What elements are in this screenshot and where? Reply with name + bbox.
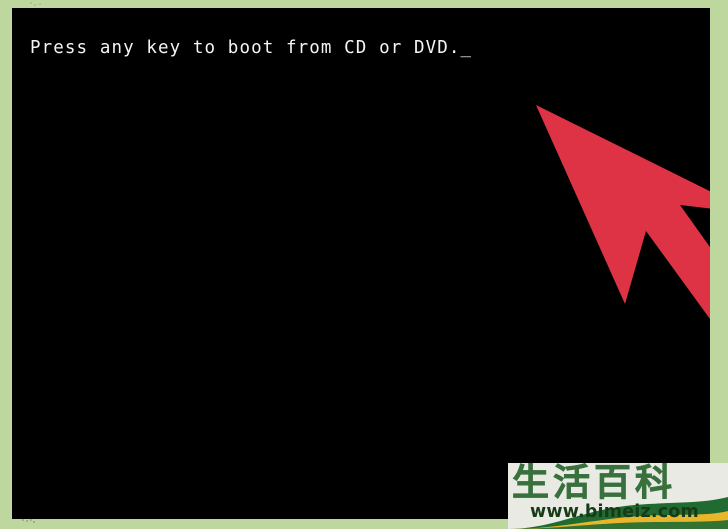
mouse-pointer-icon — [512, 88, 710, 328]
screenshot-root: Press any key to boot from CD or DVD._ 生… — [0, 0, 728, 529]
boot-prompt-text: Press any key to boot from CD or DVD._ — [30, 38, 473, 58]
speckle-artifact-top-icon — [30, 2, 41, 6]
boot-screen: Press any key to boot from CD or DVD._ — [12, 8, 710, 519]
watermark: 生活百科 www.bimeiz.com — [508, 463, 728, 529]
watermark-url: www.bimeiz.com — [530, 502, 699, 522]
watermark-characters: 生活百科 — [512, 463, 676, 504]
speckle-artifact-icon — [22, 519, 35, 523]
